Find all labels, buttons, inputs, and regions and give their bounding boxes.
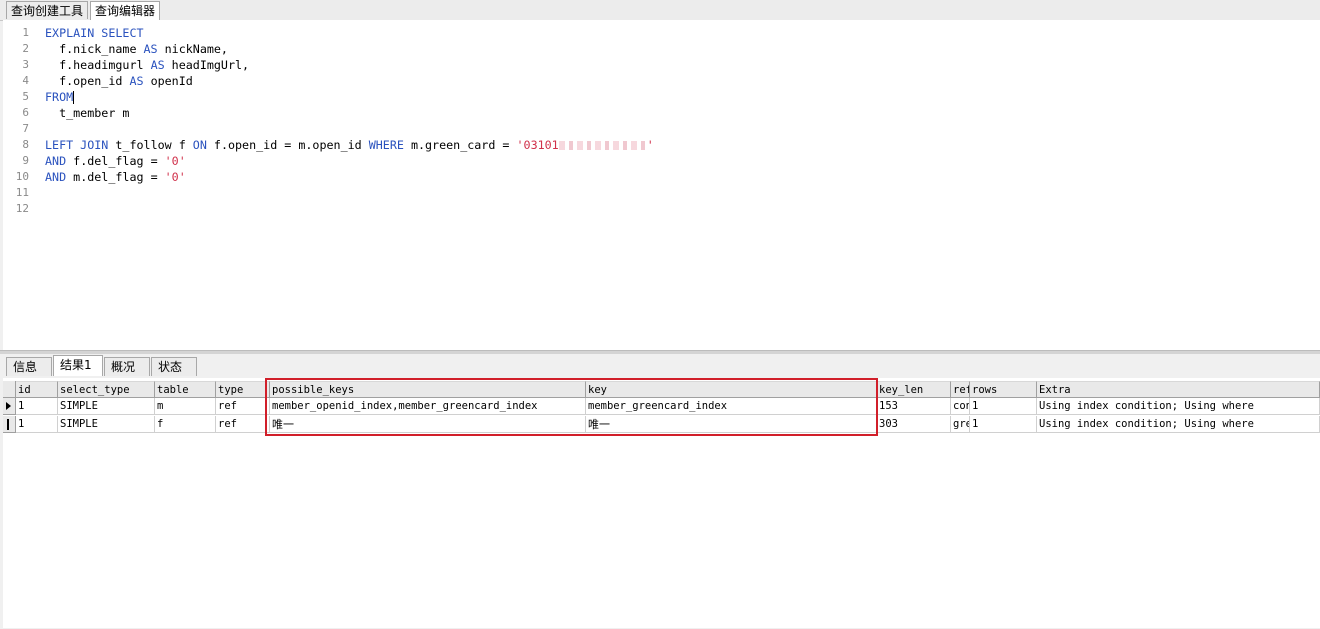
column-header-ref[interactable]: ref — [951, 381, 970, 398]
sql-keyword: LEFT JOIN — [45, 138, 109, 152]
table-cell[interactable]: 1 — [16, 416, 58, 433]
text-cursor — [73, 91, 75, 104]
column-header-rows[interactable]: rows — [970, 381, 1037, 398]
line-number: 8 — [22, 138, 29, 151]
tab-result1[interactable]: 结果1 — [53, 355, 103, 376]
column-header-table[interactable]: table — [155, 381, 216, 398]
column-header-extra[interactable]: Extra — [1037, 381, 1320, 398]
table-cell[interactable]: ref — [216, 398, 270, 415]
line-number: 10 — [15, 170, 29, 183]
column-header-type[interactable]: type — [216, 381, 270, 398]
tab-info[interactable]: 信息 — [6, 357, 52, 376]
sql-keyword: AS — [150, 58, 165, 72]
sql-text: m.del_flag = — [66, 170, 165, 184]
sql-text: t_member m — [45, 106, 130, 120]
grid-header: id select_type table type possible_keys key ke… — [3, 381, 1320, 398]
table-cell[interactable]: 303 — [877, 416, 951, 433]
table-cell[interactable]: 153 — [877, 398, 951, 415]
sql-string: '0' — [164, 154, 186, 168]
sql-string: '03101 — [516, 138, 559, 152]
tab-query-builder[interactable]: 查询创建工具 — [6, 1, 89, 19]
column-header-key-len[interactable]: key_len — [877, 381, 951, 398]
sql-keyword: FROM — [45, 90, 74, 104]
line-number: 11 — [15, 186, 29, 199]
row-selector[interactable] — [3, 416, 16, 433]
table-cell[interactable]: 1 — [16, 398, 58, 415]
table-cell[interactable]: member_openid_index,member_greencard_ind… — [270, 398, 586, 415]
sql-keyword: AS — [129, 74, 144, 88]
line-number: 9 — [22, 154, 29, 167]
table-cell[interactable]: SIMPLE — [58, 398, 155, 415]
sql-keyword: AS — [143, 42, 158, 56]
line-number: 12 — [15, 202, 29, 215]
line-number: 2 — [22, 42, 29, 55]
sql-text: f.open_id — [45, 74, 130, 88]
sql-text: f.del_flag = — [66, 154, 165, 168]
sql-keyword: ON — [192, 138, 207, 152]
table-cell[interactable]: 1 — [970, 398, 1037, 415]
column-header-id[interactable]: id — [16, 381, 58, 398]
result-tabs: 信息 结果1 概况 状态 — [0, 354, 1320, 376]
sql-text: nickName, — [157, 42, 228, 56]
table-cell[interactable]: Using index condition; Using where — [1037, 398, 1320, 415]
line-number: 7 — [22, 122, 29, 135]
row-marker-icon — [7, 419, 9, 430]
grid-corner — [3, 381, 16, 398]
sql-text: f.headimgurl — [45, 58, 151, 72]
table-cell[interactable]: member_greencard_index — [586, 398, 877, 415]
table-cell[interactable]: 唯一 — [586, 416, 877, 433]
code-line: f.open_id AS openId — [45, 73, 193, 89]
table-cell[interactable]: ref — [216, 416, 270, 433]
tab-status[interactable]: 状态 — [151, 357, 197, 376]
sql-text: t_follow f — [108, 138, 193, 152]
line-number: 4 — [22, 74, 29, 87]
current-row-icon — [6, 402, 11, 410]
sql-editor[interactable]: 1 2 3 4 5 6 7 8 9 10 11 12 EXPLAIN SELECT f.nick_na… — [3, 20, 1320, 350]
table-cell[interactable]: 唯一 — [270, 416, 586, 433]
sql-string: '0' — [164, 170, 186, 184]
line-gutter: 1 2 3 4 5 6 7 8 9 10 11 12 — [3, 20, 36, 350]
code-line: LEFT JOIN t_follow f ON f.open_id = m.op… — [45, 137, 654, 153]
column-header-select-type[interactable]: select_type — [58, 381, 155, 398]
sql-keyword: EXPLAIN SELECT — [45, 26, 144, 40]
code-line: AND m.del_flag = '0' — [45, 169, 186, 185]
sql-keyword: AND — [45, 170, 67, 184]
tab-query-editor[interactable]: 查询编辑器 — [90, 1, 161, 21]
code-line: f.headimgurl AS headImgUrl, — [45, 57, 249, 73]
code-line: t_member m — [45, 105, 129, 121]
table-cell[interactable]: f — [155, 416, 216, 433]
row-selector[interactable] — [3, 398, 16, 415]
column-header-key[interactable]: key — [586, 381, 877, 398]
line-number: 1 — [22, 26, 29, 39]
line-number: 6 — [22, 106, 29, 119]
query-tabs: 查询创建工具 查询编辑器 — [0, 0, 1320, 21]
column-header-possible-keys[interactable]: possible_keys — [270, 381, 586, 398]
code-line: AND f.del_flag = '0' — [45, 153, 186, 169]
code-line: EXPLAIN SELECT — [45, 25, 144, 41]
tab-profile[interactable]: 概况 — [104, 357, 150, 376]
code-line: FROM — [45, 89, 75, 105]
table-cell[interactable]: SIMPLE — [58, 416, 155, 433]
sql-keyword: AND — [45, 154, 67, 168]
sql-text: openId — [143, 74, 193, 88]
sql-text: f.open_id = m.open_id — [206, 138, 369, 152]
table-cell[interactable]: con — [951, 398, 970, 415]
sql-keyword: WHERE — [368, 138, 404, 152]
results-grid[interactable]: id select_type table type possible_keys key ke… — [3, 378, 1320, 628]
code-line: f.nick_name AS nickName, — [45, 41, 228, 57]
table-cell[interactable]: m — [155, 398, 216, 415]
table-cell[interactable]: 1 — [970, 416, 1037, 433]
sql-text: headImgUrl, — [164, 58, 250, 72]
line-number: 5 — [22, 90, 29, 103]
line-number: 3 — [22, 58, 29, 71]
table-cell[interactable]: gre — [951, 416, 970, 433]
table-cell[interactable]: Using index condition; Using where — [1037, 416, 1320, 433]
sql-string: ' — [646, 138, 654, 152]
sql-text: f.nick_name — [45, 42, 144, 56]
sql-text: m.green_card = — [403, 138, 517, 152]
redacted-value — [558, 141, 647, 150]
